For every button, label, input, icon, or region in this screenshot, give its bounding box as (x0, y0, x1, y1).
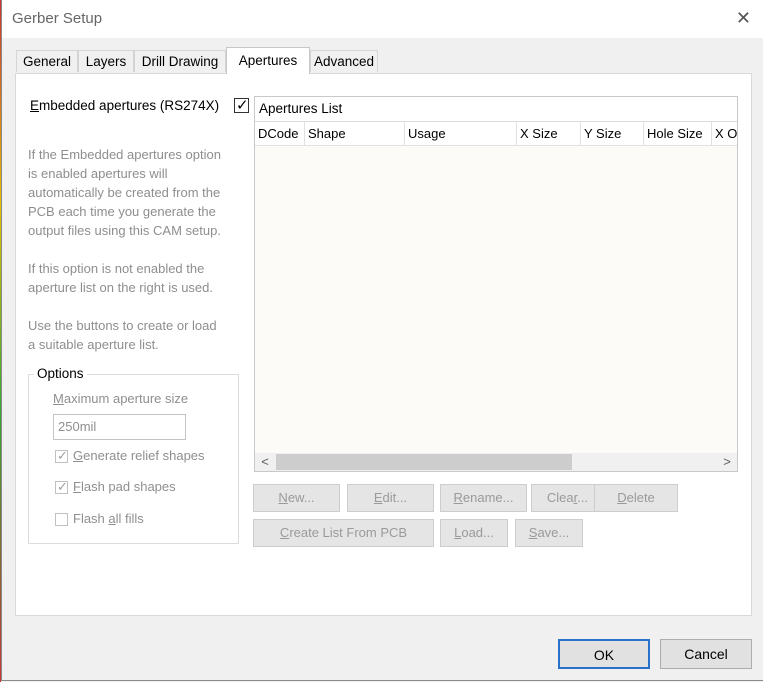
generate-relief-label: Generate relief shapes (73, 448, 205, 463)
help-text-1: If the Embedded apertures option is enabl… (28, 147, 221, 238)
column-usage[interactable]: Usage (405, 122, 517, 145)
close-icon[interactable]: ✕ (736, 8, 751, 29)
help-text-3: Use the buttons to create or load a suita… (28, 318, 217, 352)
tab-apertures[interactable]: Apertures (226, 47, 310, 74)
column-hole-size[interactable]: Hole Size (644, 122, 712, 145)
column-header-row: DCode Shape Usage X Size Y Size Hole Siz… (255, 122, 737, 146)
tab-advanced[interactable]: Advanced (310, 50, 378, 72)
flash-pad-checkbox[interactable]: ✓ (55, 479, 68, 494)
flash-all-fills-label: Flash all fills (73, 511, 144, 526)
max-aperture-size-input[interactable]: 250mil (53, 414, 186, 440)
cancel-button[interactable]: Cancel (660, 639, 752, 669)
create-list-from-pcb-button[interactable]: Create List From PCB (253, 519, 434, 547)
new-button[interactable]: New... (253, 484, 340, 512)
apertures-list[interactable]: Apertures List DCode Shape Usage X Size … (254, 96, 738, 472)
title-bar: Gerber Setup ✕ (2, 0, 763, 38)
tab-drill-drawing[interactable]: Drill Drawing (134, 50, 226, 72)
ok-button[interactable]: OK (558, 639, 650, 669)
column-shape[interactable]: Shape (305, 122, 405, 145)
embedded-apertures-checkbox[interactable]: ✓ (234, 97, 249, 114)
gerber-setup-dialog: Gerber Setup ✕ General Layers Drill Draw… (1, 0, 763, 681)
column-x-size[interactable]: X Size (517, 122, 581, 145)
scroll-right-icon[interactable]: > (717, 453, 737, 471)
apertures-list-caption: Apertures List (255, 97, 737, 122)
scrollbar-thumb[interactable] (276, 454, 572, 470)
horizontal-scrollbar[interactable]: < > (255, 453, 737, 471)
embedded-apertures-label: Embedded apertures (RS274X) (30, 98, 220, 113)
window-title: Gerber Setup (12, 10, 103, 27)
generate-relief-checkbox[interactable]: ✓ (55, 448, 68, 463)
flash-pad-label: Flash pad shapes (73, 479, 176, 494)
checkmark-icon: ✓ (57, 479, 68, 494)
checkmark-icon: ✓ (236, 97, 249, 114)
max-aperture-size-label: Maximum aperture size (53, 391, 189, 406)
options-title: Options (34, 366, 87, 381)
rename-button[interactable]: Rename... (440, 484, 527, 512)
help-text-2: If this option is not enabled the apertur… (28, 261, 213, 295)
tab-general[interactable]: General (16, 50, 78, 72)
options-group: Options Maximum aperture size 250mil ✓ G… (28, 366, 239, 544)
apertures-panel: Embedded apertures (RS274X) ✓ If the Emb… (15, 73, 752, 616)
load-button[interactable]: Load... (440, 519, 508, 547)
checkmark-icon: ✓ (57, 448, 68, 463)
scroll-left-icon[interactable]: < (255, 453, 275, 471)
column-y-size[interactable]: Y Size (581, 122, 644, 145)
tab-layers[interactable]: Layers (78, 50, 134, 72)
save-button[interactable]: Save... (515, 519, 583, 547)
flash-all-fills-checkbox[interactable] (55, 513, 68, 526)
column-dcode[interactable]: DCode (255, 122, 305, 145)
column-x-offset[interactable]: X O (712, 122, 737, 145)
edit-button[interactable]: Edit... (347, 484, 434, 512)
delete-button[interactable]: Delete (594, 484, 678, 512)
